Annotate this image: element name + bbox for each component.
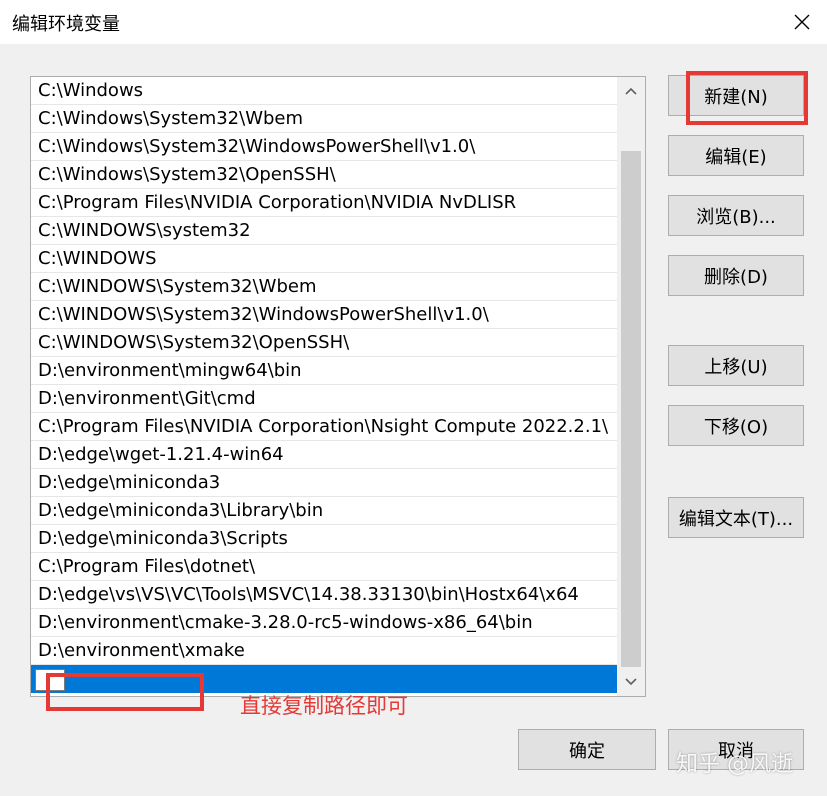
delete-button[interactable]: 删除(D) [668, 255, 804, 296]
close-button[interactable] [780, 0, 824, 44]
scroll-up-button[interactable] [617, 77, 645, 105]
path-list-item[interactable]: D:\environment\mingw64\bin [31, 357, 617, 385]
path-list-item[interactable]: C:\WINDOWS\System32\OpenSSH\ [31, 329, 617, 357]
path-list-item[interactable]: C:\Windows\System32\WindowsPowerShell\v1… [31, 133, 617, 161]
path-list-item[interactable]: C:\Windows\System32\OpenSSH\ [31, 161, 617, 189]
path-list-item[interactable]: C:\Windows [31, 77, 617, 105]
scroll-thumb[interactable] [621, 151, 641, 667]
path-list-item[interactable]: C:\WINDOWS\System32\Wbem [31, 273, 617, 301]
watermark: 知乎 @风逝 [676, 752, 793, 777]
move-down-button[interactable]: 下移(O) [668, 405, 804, 446]
path-list[interactable]: C:\Windows C:\Windows\System32\Wbem C:\Win… [30, 76, 646, 697]
close-icon [794, 14, 810, 30]
path-list-item[interactable]: D:\environment\xmake [31, 637, 617, 665]
ok-button[interactable]: 确定 [518, 729, 656, 770]
path-list-item[interactable]: D:\environment\cmake-3.28.0-rc5-windows-… [31, 609, 617, 637]
browse-button[interactable]: 浏览(B)... [668, 195, 804, 236]
annotation-text: 直接复制路径即可 [240, 694, 408, 718]
path-list-item[interactable]: C:\Program Files\NVIDIA Corporation\NVID… [31, 189, 617, 217]
scroll-down-button[interactable] [617, 668, 645, 696]
path-list-item[interactable]: D:\edge\miniconda3\Scripts [31, 525, 617, 553]
title-bar: 编辑环境变量 [0, 0, 827, 44]
path-list-item[interactable]: C:\Program Files\NVIDIA Corporation\Nsig… [31, 413, 617, 441]
edit-button[interactable]: 编辑(E) [668, 135, 804, 176]
chevron-down-icon [625, 678, 637, 686]
path-list-item[interactable]: D:\environment\Git\cmd [31, 385, 617, 413]
chevron-up-icon [625, 87, 637, 95]
edit-text-button[interactable]: 编辑文本(T)... [668, 497, 804, 538]
window-title: 编辑环境变量 [12, 14, 120, 35]
path-list-item[interactable]: C:\Windows\System32\Wbem [31, 105, 617, 133]
path-list-item[interactable]: D:\edge\miniconda3 [31, 469, 617, 497]
path-list-item[interactable]: D:\edge\wget-1.21.4-win64 [31, 441, 617, 469]
path-list-item[interactable]: C:\WINDOWS [31, 245, 617, 273]
path-list-item[interactable]: C:\Program Files\dotnet\ [31, 553, 617, 581]
move-up-button[interactable]: 上移(U) [668, 345, 804, 386]
vertical-scrollbar[interactable] [617, 77, 645, 696]
new-path-highlight [46, 673, 204, 711]
path-list-item[interactable]: D:\edge\vs\VS\VC\Tools\MSVC\14.38.33130\… [31, 581, 617, 609]
new-button-highlight [686, 71, 808, 125]
path-list-item[interactable]: C:\WINDOWS\System32\WindowsPowerShell\v1… [31, 301, 617, 329]
path-list-item[interactable]: C:\WINDOWS\system32 [31, 217, 617, 245]
path-list-item[interactable]: D:\edge\miniconda3\Library\bin [31, 497, 617, 525]
